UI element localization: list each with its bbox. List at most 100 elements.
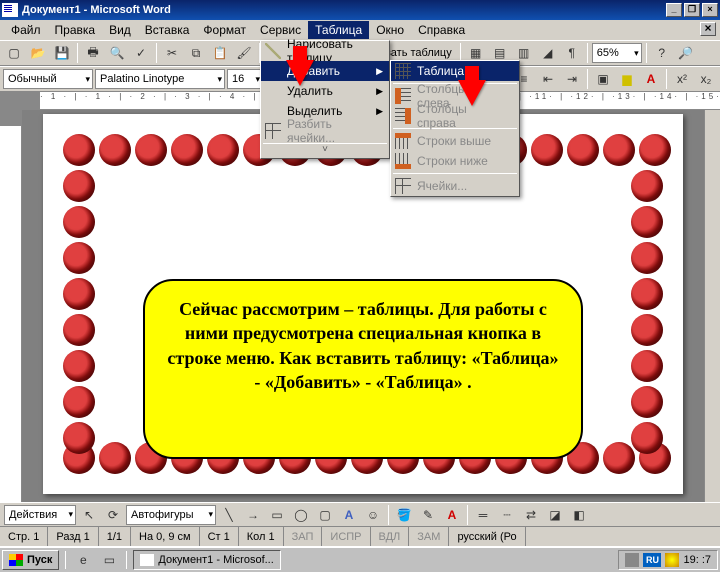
tray-icon[interactable]: [625, 553, 639, 567]
quicklaunch-desktop-icon[interactable]: ▭: [98, 549, 120, 571]
tray-volume-icon[interactable]: [665, 553, 679, 567]
menu-format[interactable]: Формат: [196, 21, 253, 39]
oval-icon[interactable]: ◯: [290, 504, 312, 526]
status-rec[interactable]: ЗАП: [284, 527, 323, 546]
submenu-cells[interactable]: Ячейки...: [391, 176, 519, 196]
shadow-icon[interactable]: ◪: [544, 504, 566, 526]
submenu-rows-above[interactable]: Строки выше: [391, 131, 519, 151]
restore-button[interactable]: ❐: [684, 3, 700, 17]
menu-draw-table[interactable]: Нарисовать таблицу: [261, 41, 389, 61]
drawing-toolbar: Действия ↖ ⟳ Автофигуры ╲ → ▭ ◯ ▢ A ☺ 🪣 …: [0, 502, 720, 526]
status-pages: 1/1: [99, 527, 131, 546]
outdent-icon[interactable]: ⇤: [537, 68, 559, 90]
size-combo[interactable]: 16: [227, 69, 263, 89]
fill-color-icon[interactable]: 🪣: [393, 504, 415, 526]
line-icon[interactable]: ╲: [218, 504, 240, 526]
actions-menu[interactable]: Действия: [4, 505, 76, 525]
menu-delete[interactable]: Удалить ▶: [261, 81, 389, 101]
rotate-icon[interactable]: ⟳: [102, 504, 124, 526]
3d-icon[interactable]: ◧: [568, 504, 590, 526]
cells-icon: [395, 178, 411, 194]
submenu-rows-below[interactable]: Строки ниже: [391, 151, 519, 171]
callout-box: Сейчас рассмотрим – таблицы. Для работы …: [143, 279, 583, 459]
paste-icon[interactable]: 📋: [209, 42, 231, 64]
autoshapes-menu[interactable]: Автофигуры: [126, 505, 216, 525]
menu-add[interactable]: Добавить ▶: [261, 61, 389, 81]
doc-close-button[interactable]: ×: [700, 22, 716, 36]
wordart-icon[interactable]: A: [338, 504, 360, 526]
status-ovr[interactable]: ЗАМ: [409, 527, 449, 546]
line-style-icon[interactable]: ═: [472, 504, 494, 526]
arrow-style-icon[interactable]: ⇄: [520, 504, 542, 526]
system-tray: RU 19: :7: [618, 550, 718, 570]
drawing-icon[interactable]: ◢: [537, 42, 559, 64]
highlight-icon[interactable]: ▆: [616, 68, 638, 90]
word-icon: [2, 3, 18, 17]
submenu-cols-right[interactable]: Столбцы справа: [391, 106, 519, 126]
taskbar-task-word[interactable]: Документ1 - Microsof...: [133, 550, 280, 570]
red-arrow-left: [286, 60, 314, 86]
vertical-scrollbar[interactable]: [704, 110, 720, 502]
windows-flag-icon: [9, 554, 23, 566]
open-icon[interactable]: 📂: [27, 42, 49, 64]
menu-file[interactable]: Файл: [4, 21, 48, 39]
minimize-button[interactable]: _: [666, 3, 682, 17]
borders-icon[interactable]: ▣: [592, 68, 614, 90]
dash-style-icon[interactable]: ┈: [496, 504, 518, 526]
menu-split-cells[interactable]: Разбить ячейки...: [261, 121, 389, 141]
close-button[interactable]: ×: [702, 3, 718, 17]
new-doc-icon[interactable]: ▢: [3, 42, 25, 64]
submenu-arrow-icon: ▶: [376, 66, 383, 77]
cols-right-icon: [395, 108, 411, 124]
quicklaunch-ie-icon[interactable]: e: [72, 549, 94, 571]
arrow-icon[interactable]: →: [242, 504, 264, 526]
menu-view[interactable]: Вид: [102, 21, 138, 39]
status-lang[interactable]: русский (Ро: [449, 527, 525, 546]
line-color-icon[interactable]: ✎: [417, 504, 439, 526]
expand-menu-icon[interactable]: ˅: [261, 146, 389, 158]
help-icon[interactable]: ?: [651, 42, 673, 64]
language-indicator[interactable]: RU: [643, 553, 661, 567]
style-combo[interactable]: Обычный: [3, 69, 93, 89]
find-icon[interactable]: 🔎: [675, 42, 697, 64]
font-color-icon[interactable]: A: [640, 68, 662, 90]
superscript-icon[interactable]: x²: [671, 68, 693, 90]
document-area: Сейчас рассмотрим – таблицы. Для работы …: [0, 110, 720, 502]
add-submenu: Таблица... Столбцы слева Столбцы справа …: [390, 60, 520, 197]
split-cells-icon: [265, 123, 281, 139]
submenu-arrow-icon: ▶: [376, 106, 383, 117]
page[interactable]: Сейчас рассмотрим – таблицы. Для работы …: [43, 114, 683, 494]
rows-above-icon: [395, 133, 411, 149]
vertical-ruler[interactable]: [0, 110, 22, 502]
menu-window[interactable]: Окно: [369, 21, 411, 39]
textbox-icon[interactable]: ▢: [314, 504, 336, 526]
zoom-combo[interactable]: 65%: [592, 43, 642, 63]
rectangle-icon[interactable]: ▭: [266, 504, 288, 526]
cut-icon[interactable]: ✂: [161, 42, 183, 64]
menu-insert[interactable]: Вставка: [138, 21, 197, 39]
indent-icon[interactable]: ⇥: [561, 68, 583, 90]
save-icon[interactable]: 💾: [51, 42, 73, 64]
docmap-icon[interactable]: ¶: [561, 42, 583, 64]
menu-help[interactable]: Справка: [411, 21, 472, 39]
status-at: На 0, 9 см: [131, 527, 200, 546]
subscript-icon[interactable]: x₂: [695, 68, 717, 90]
status-col: Кол 1: [239, 527, 284, 546]
text-color-icon[interactable]: A: [441, 504, 463, 526]
start-button[interactable]: Пуск: [2, 550, 59, 570]
copy-icon[interactable]: ⧉: [185, 42, 207, 64]
clipart-icon[interactable]: ☺: [362, 504, 384, 526]
spellcheck-icon[interactable]: ✓: [130, 42, 152, 64]
submenu-table[interactable]: Таблица...: [391, 61, 519, 81]
menu-edit[interactable]: Правка: [48, 21, 103, 39]
font-combo[interactable]: Palatino Linotype: [95, 69, 225, 89]
clock[interactable]: 19: :7: [683, 554, 711, 566]
status-page: Стр. 1: [0, 527, 48, 546]
status-trk[interactable]: ИСПР: [322, 527, 370, 546]
format-painter-icon[interactable]: 🖌: [233, 42, 255, 64]
status-ext[interactable]: ВДЛ: [371, 527, 410, 546]
preview-icon[interactable]: 🔍: [106, 42, 128, 64]
window-title: Документ1 - Microsoft Word: [22, 4, 666, 16]
print-icon[interactable]: 🖶: [82, 42, 104, 64]
select-objects-icon[interactable]: ↖: [78, 504, 100, 526]
